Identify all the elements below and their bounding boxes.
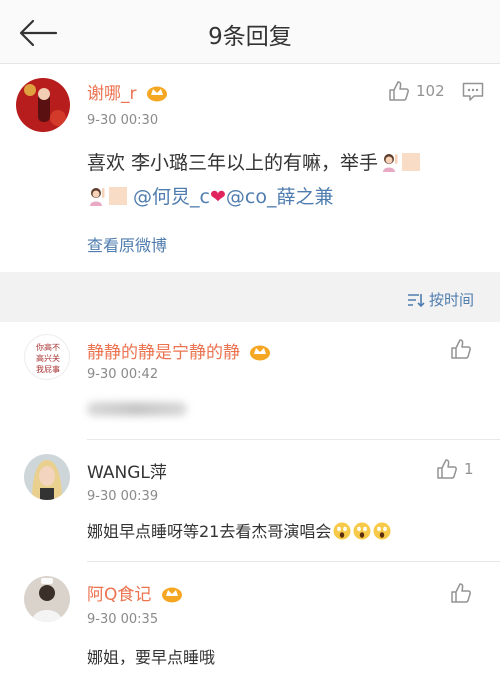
svg-text:你高不: 你高不 [36, 342, 60, 352]
avatar[interactable]: 你高不 高兴关 我屁事 [24, 334, 70, 380]
svg-text:我屁事: 我屁事 [36, 364, 60, 374]
reply-text: 娜姐早点睡呀等21去看杰哥演唱会 [87, 518, 391, 542]
mention-link[interactable]: @何炅_c [133, 186, 210, 208]
like-button[interactable]: 102 [388, 80, 445, 102]
crown-badge-icon [146, 84, 168, 107]
reply-username[interactable]: WANGL萍 [87, 458, 167, 483]
reply-time: 9-30 00:35 [87, 612, 159, 627]
post-text: 喜欢 李小璐三年以上的有嘛，举手 @何炅_c❤@co_薛之兼 [87, 146, 487, 214]
thumbs-up-icon [450, 582, 472, 604]
avatar[interactable] [24, 454, 70, 500]
reply-time: 9-30 00:42 [87, 367, 159, 382]
thumbs-up-icon [450, 338, 472, 360]
thumbs-up-icon [388, 80, 410, 102]
blurred-reply-text [87, 402, 187, 416]
crown-badge-icon [249, 343, 271, 366]
page-title: 9条回复 [208, 24, 292, 50]
sort-by-time-button[interactable]: 按时间 [407, 289, 474, 310]
top-nav-bar: 9条回复 [0, 0, 500, 64]
like-button[interactable] [450, 582, 472, 604]
post-username[interactable]: 谢哪_r [87, 79, 168, 107]
thumbs-up-icon [436, 458, 458, 480]
heart-emoji-icon: ❤ [210, 186, 226, 208]
sort-bar: 按时间 [0, 272, 500, 322]
scream-emoji-icon [333, 522, 351, 540]
raising-hand-emoji-icon [380, 149, 400, 172]
comment-icon[interactable] [462, 82, 484, 102]
avatar[interactable] [24, 576, 70, 622]
raising-hand-emoji-icon [87, 183, 107, 206]
reply-text: 娜姐，要早点睡哦 [87, 648, 216, 667]
svg-text:高兴关: 高兴关 [36, 353, 60, 363]
post-time: 9-30 00:30 [87, 113, 159, 128]
reply-username[interactable]: 阿Q食记 [87, 580, 183, 608]
comment-replies-page: 9条回复 谢哪_r 9-30 00:30 102 喜欢 李小璐三年以上的有嘛，举… [0, 0, 500, 673]
reply-item: 阿Q食记 9-30 00:35 娜姐，要早点睡哦 [0, 562, 500, 673]
scream-emoji-icon [353, 522, 371, 540]
skin-tone-emoji-icon [402, 153, 421, 171]
original-comment: 谢哪_r 9-30 00:30 102 喜欢 李小璐三年以上的有嘛，举手 @何炅… [0, 64, 500, 272]
like-button[interactable]: 1 [436, 458, 474, 480]
scream-emoji-icon [373, 522, 391, 540]
reply-time: 9-30 00:39 [87, 489, 159, 504]
mention-link[interactable]: @co_薛之兼 [226, 186, 334, 208]
like-count: 1 [464, 460, 474, 478]
crown-badge-icon [161, 585, 183, 608]
view-original-link[interactable]: 查看原微博 [87, 232, 167, 256]
reply-item: 你高不 高兴关 我屁事 静静的静是宁静的静 9-30 00:42 [0, 322, 500, 440]
sort-icon [407, 293, 425, 307]
skin-tone-emoji-icon [109, 187, 127, 205]
reply-username[interactable]: 静静的静是宁静的静 [87, 338, 271, 366]
reply-item: WANGL萍 9-30 00:39 1 娜姐早点睡呀等21去看杰哥演唱会 [0, 440, 500, 562]
avatar[interactable] [16, 78, 70, 132]
like-count: 102 [416, 82, 445, 100]
like-button[interactable] [450, 338, 472, 360]
